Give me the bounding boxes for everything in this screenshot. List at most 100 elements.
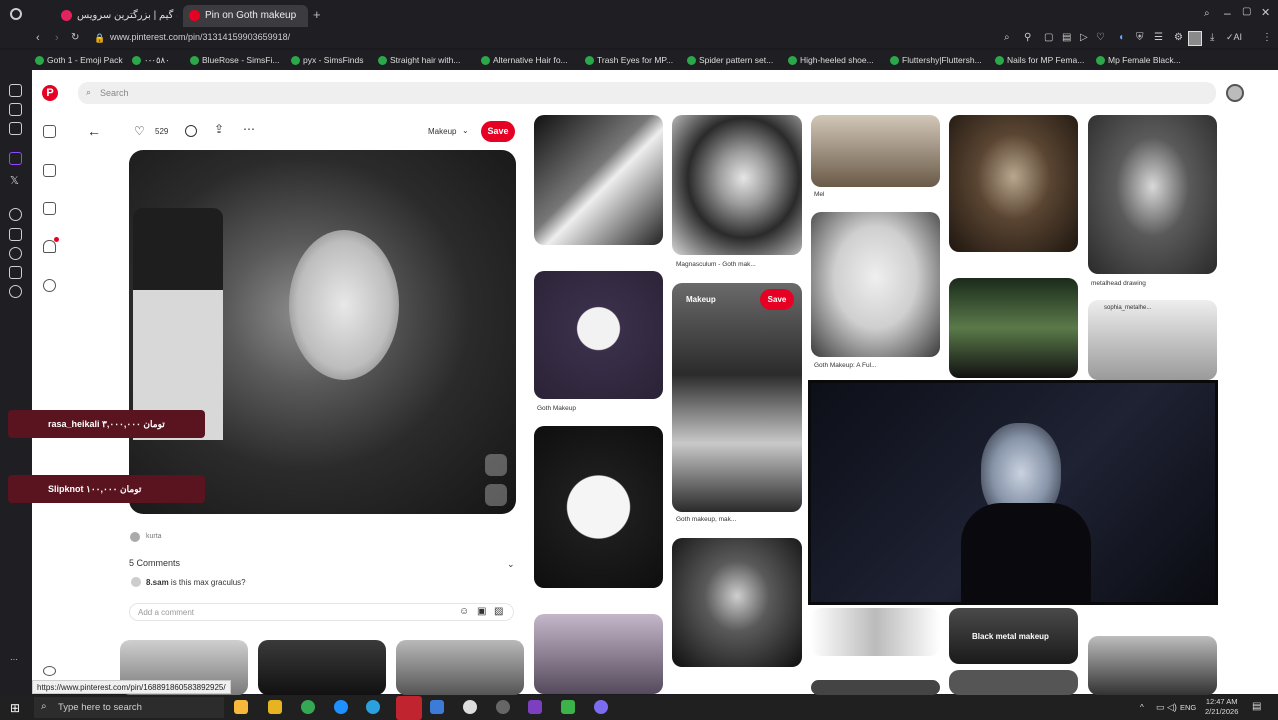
url-field[interactable]: www.pinterest.com/pin/31314159903659918/	[110, 32, 290, 42]
messages-icon[interactable]	[43, 279, 56, 292]
taskbar-clock[interactable]: 12:47 AM 2/21/2026	[1205, 697, 1238, 717]
download-icon[interactable]: ⤓	[1210, 32, 1214, 43]
home-icon[interactable]	[43, 125, 56, 138]
chevron-down-icon[interactable]: ⌄	[507, 559, 515, 570]
bookmark[interactable]: ٠٥٨٠-٠	[132, 55, 170, 66]
more-options-icon[interactable]: ⋯	[243, 122, 255, 136]
bookmark[interactable]: Trash Eyes for MP...	[585, 55, 673, 65]
grid-pin-image[interactable]	[811, 212, 940, 357]
grid-pin-image[interactable]: sophia_metalhe...	[1088, 300, 1217, 380]
save-button[interactable]: Save	[481, 121, 515, 142]
grid-pin-image[interactable]	[1088, 115, 1217, 274]
comment-icon[interactable]	[185, 125, 197, 137]
image-icon[interactable]: ▨	[494, 606, 503, 617]
pin-caption[interactable]: Goth Makeup	[537, 405, 576, 412]
twitch-icon[interactable]	[9, 152, 22, 165]
hover-board-select[interactable]: Makeup	[686, 295, 716, 304]
close-icon[interactable]: ✕	[1261, 6, 1270, 19]
extensions-icon[interactable]: ⚙	[1174, 32, 1183, 43]
app-icon[interactable]	[463, 700, 477, 714]
screenshot-icon[interactable]: ▢	[1044, 32, 1053, 43]
bookmark[interactable]: Nails for MP Fema...	[995, 55, 1084, 65]
language-indicator[interactable]: ENG	[1180, 703, 1196, 712]
grid-pin-image[interactable]	[949, 115, 1078, 252]
back-arrow-icon[interactable]: ←	[87, 123, 101, 139]
network-icon[interactable]: ▭	[1156, 702, 1165, 713]
pin-caption[interactable]: metalhead drawing	[1091, 280, 1146, 287]
x-icon[interactable]: 𝕏	[10, 174, 19, 187]
search-input[interactable]: Search	[78, 82, 1216, 104]
maximize-icon[interactable]: ▢	[1242, 6, 1251, 17]
edge-icon[interactable]	[334, 700, 348, 714]
tray-chevron-icon[interactable]: ^	[1140, 703, 1144, 712]
pinterest-logo[interactable]: P	[42, 85, 58, 101]
grid-pin-image[interactable]	[534, 271, 663, 399]
like-icon[interactable]: ♡	[134, 124, 145, 138]
explore-icon[interactable]	[43, 164, 56, 177]
emoji-icon[interactable]: ☺	[459, 606, 469, 617]
pin-caption[interactable]: Mel	[814, 191, 824, 198]
settings-gear-icon[interactable]	[43, 666, 56, 676]
pin-main-image[interactable]	[129, 150, 516, 514]
history-icon[interactable]	[9, 247, 22, 260]
obs-icon[interactable]	[496, 700, 510, 714]
comment-user[interactable]: 8.sam	[146, 578, 169, 587]
more-icon[interactable]: ⋯	[10, 655, 18, 664]
widget-icon[interactable]	[234, 700, 248, 714]
comments-title[interactable]: 5 Comments	[129, 558, 180, 568]
sidebar-icon[interactable]: ☰	[1154, 32, 1163, 43]
related-pin-image[interactable]	[396, 640, 524, 695]
zoom-icon[interactable]: ⌕	[1004, 32, 1010, 43]
grid-pin-image[interactable]	[811, 115, 940, 187]
tab-pinterest[interactable]: Pin on Goth makeup	[183, 5, 308, 27]
bookmark-icon[interactable]	[9, 228, 22, 241]
reader-icon[interactable]: ▤	[1062, 32, 1071, 43]
share-icon[interactable]: ⇪	[214, 122, 224, 136]
r-app-icon[interactable]	[528, 700, 542, 714]
minimize-icon[interactable]: –	[1224, 6, 1231, 20]
visual-search-icon[interactable]	[485, 484, 507, 506]
shield-icon[interactable]: ⛨	[1136, 32, 1144, 43]
heart-icon[interactable]: ♡	[1096, 32, 1105, 43]
grid-pin-image[interactable]	[534, 614, 663, 694]
news-icon[interactable]	[9, 122, 22, 135]
author-avatar[interactable]	[130, 532, 140, 542]
bookmark[interactable]: Alternative Hair fo...	[481, 55, 568, 65]
reload-icon[interactable]: ↻	[71, 32, 79, 43]
bookmark[interactable]: High-heeled shoe...	[788, 55, 874, 65]
telegram-icon[interactable]	[366, 700, 380, 714]
grid-pin-image[interactable]	[811, 608, 940, 656]
board-select[interactable]: Makeup	[428, 127, 456, 136]
notifications-tray-icon[interactable]: ▤	[1252, 701, 1261, 712]
grid-pin-image[interactable]	[811, 680, 940, 695]
bookmark[interactable]: Spider pattern set...	[687, 55, 773, 65]
grid-pin-image[interactable]	[534, 115, 663, 245]
refresh-sidebar-icon[interactable]	[9, 84, 22, 97]
related-pin-image[interactable]	[258, 640, 386, 695]
minecraft-icon[interactable]	[561, 700, 575, 714]
grid-pin-image-hover[interactable]: Makeup Save	[672, 283, 802, 512]
chrome-icon[interactable]	[301, 700, 315, 714]
volume-icon[interactable]: ◁)	[1167, 702, 1177, 713]
ai-icon[interactable]: ✓AI	[1226, 32, 1242, 43]
grid-pin-image[interactable]	[672, 115, 802, 255]
menu-icon[interactable]: ⋮	[1262, 32, 1272, 43]
windows-start-icon[interactable]: ⊞	[10, 701, 20, 715]
taskbar-search-input[interactable]: Type here to search	[34, 697, 224, 718]
grid-pin-image[interactable]	[949, 278, 1078, 378]
add-comment-input[interactable]: Add a comment	[129, 603, 514, 621]
settings-icon[interactable]	[9, 285, 22, 298]
notifications-icon[interactable]	[43, 240, 56, 253]
create-icon[interactable]	[43, 202, 56, 215]
bookmark[interactable]: Fluttershy|Fluttersh...	[890, 55, 982, 65]
pin-caption[interactable]: Goth makeup, mak...	[676, 516, 736, 523]
grid-pin-image[interactable]	[949, 670, 1078, 695]
forward-icon[interactable]: ›	[55, 32, 59, 44]
box-icon[interactable]	[9, 266, 22, 279]
pin-caption[interactable]: Magnasculum - Goth mak...	[676, 261, 756, 268]
play-icon[interactable]: ▷	[1080, 32, 1088, 43]
bookmark[interactable]: Goth 1 - Emoji Pack	[35, 55, 123, 65]
sticker-icon[interactable]: ▣	[477, 606, 486, 617]
bookmark[interactable]: BlueRose - SimsFi...	[190, 55, 279, 65]
user-avatar[interactable]	[1226, 84, 1244, 102]
